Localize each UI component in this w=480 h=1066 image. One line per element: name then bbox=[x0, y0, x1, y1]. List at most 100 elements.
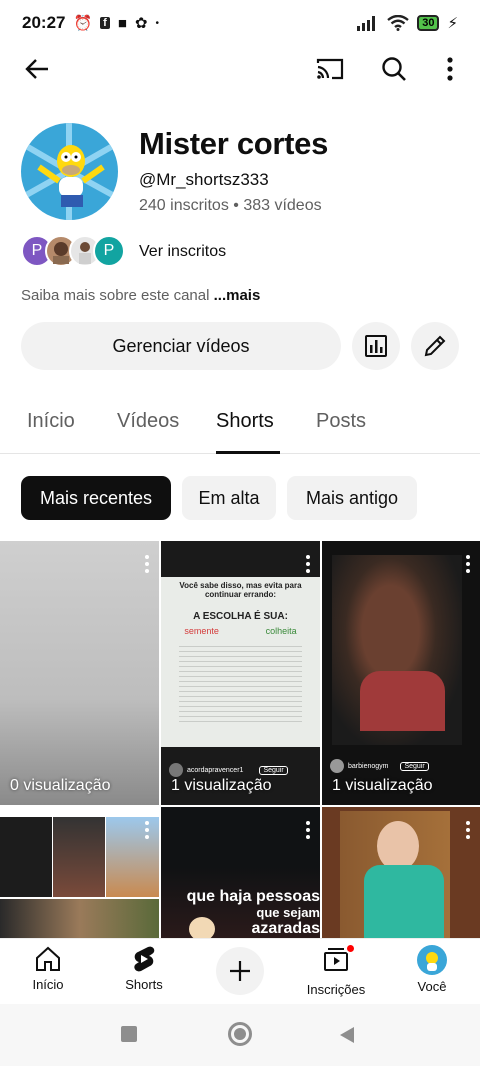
short-menu-icon[interactable] bbox=[306, 555, 310, 576]
creator-avatar bbox=[330, 759, 344, 773]
tab-inicio[interactable]: Início bbox=[27, 410, 75, 433]
shorts-icon bbox=[134, 946, 155, 972]
short-thumbnail[interactable]: que haja pessoas que sejam azaradas bbox=[161, 807, 320, 938]
analytics-button[interactable] bbox=[352, 322, 400, 370]
home-icon bbox=[36, 946, 60, 971]
short-creator-row: acordapravencer1 Seguir bbox=[169, 763, 288, 777]
creator-avatar bbox=[169, 763, 183, 777]
more-vert-icon[interactable] bbox=[433, 52, 467, 86]
short-menu-icon[interactable] bbox=[145, 555, 149, 576]
short-collage-cell bbox=[53, 817, 105, 897]
nav-home[interactable]: Início bbox=[3, 945, 93, 992]
battery-icon: 30 bbox=[417, 15, 440, 31]
analytics-icon bbox=[365, 335, 387, 357]
follow-button: Seguir bbox=[259, 765, 288, 775]
alarm-icon: ⏰ bbox=[73, 15, 93, 32]
charging-icon: ⚡ bbox=[447, 15, 458, 32]
subscriber-initial: P bbox=[31, 242, 43, 259]
channel-tabs: Início Vídeos Shorts Posts bbox=[0, 396, 480, 454]
short-poster-left-header: semente bbox=[184, 626, 219, 636]
channel-avatar[interactable] bbox=[21, 123, 118, 220]
short-thumbnail[interactable] bbox=[322, 807, 480, 938]
view-subscribers-link[interactable]: Ver inscritos bbox=[139, 243, 226, 261]
chip-latest[interactable]: Mais recentes bbox=[21, 476, 171, 520]
short-person-face bbox=[377, 821, 419, 871]
plus-icon bbox=[230, 961, 250, 981]
tab-videos[interactable]: Vídeos bbox=[117, 410, 179, 433]
tab-shorts[interactable]: Shorts bbox=[216, 410, 274, 433]
nav-subscriptions[interactable]: Inscrições bbox=[291, 943, 381, 997]
bottom-navigation: Início Shorts Inscrições Você bbox=[0, 938, 480, 1004]
status-time: 20:27 bbox=[22, 13, 66, 32]
battery-level: 30 bbox=[422, 17, 435, 29]
edit-channel-button[interactable] bbox=[411, 322, 459, 370]
subscriber-avatar: P bbox=[93, 235, 125, 267]
short-collage-row bbox=[0, 899, 159, 938]
channel-handle: @Mr_shortsz333 bbox=[139, 170, 269, 189]
create-button[interactable] bbox=[216, 947, 264, 995]
short-overlay-line: que haja pessoas bbox=[186, 888, 320, 905]
recent-apps-icon[interactable] bbox=[121, 1026, 137, 1042]
top-app-bar bbox=[0, 46, 480, 92]
short-poster-list bbox=[179, 642, 302, 722]
nav-shorts-label: Shorts bbox=[125, 977, 163, 992]
short-views: 1 visualização bbox=[332, 777, 433, 794]
nav-subscriptions-label: Inscrições bbox=[306, 982, 366, 997]
short-collage-cell bbox=[0, 817, 52, 897]
nav-you-label: Você bbox=[417, 979, 447, 994]
video-camera-icon: ■ bbox=[117, 14, 127, 32]
short-menu-icon[interactable] bbox=[466, 821, 470, 842]
channel-about[interactable]: Saiba mais sobre este canal ...mais bbox=[21, 287, 260, 304]
subscriber-avatars[interactable]: P P bbox=[21, 234, 125, 268]
short-cartoon-face bbox=[189, 917, 215, 938]
creator-name: acordapravencer1 bbox=[187, 766, 244, 774]
search-icon[interactable] bbox=[377, 52, 411, 86]
short-menu-icon[interactable] bbox=[466, 555, 470, 576]
nav-shorts[interactable]: Shorts bbox=[99, 945, 189, 992]
follow-button: Seguir bbox=[400, 761, 429, 771]
short-poster-title: A ESCOLHA É SUA: bbox=[193, 611, 288, 622]
nav-home-label: Início bbox=[32, 977, 64, 992]
short-poster: Você sabe disso, mas evita para continua… bbox=[161, 577, 320, 747]
about-more-link[interactable]: ...mais bbox=[214, 287, 261, 304]
short-thumbnail[interactable] bbox=[0, 807, 159, 938]
short-menu-icon[interactable] bbox=[306, 821, 310, 842]
short-collage-cell bbox=[106, 817, 159, 897]
chip-oldest[interactable]: Mais antigo bbox=[287, 476, 417, 520]
system-navigation-bar bbox=[0, 1004, 480, 1066]
short-thumbnail[interactable]: barbienogym Seguir 1 visualização bbox=[322, 541, 480, 805]
nav-you[interactable]: Você bbox=[387, 945, 477, 994]
dot-icon: • bbox=[155, 17, 159, 29]
tab-posts[interactable]: Posts bbox=[316, 410, 366, 433]
signal-icon bbox=[357, 16, 376, 31]
short-thumbnail[interactable]: 0 visualização bbox=[0, 541, 159, 805]
cast-icon[interactable] bbox=[313, 52, 347, 86]
active-tab-indicator bbox=[216, 451, 280, 454]
subscriber-initial: P bbox=[103, 242, 115, 259]
short-views: 0 visualização bbox=[10, 777, 111, 794]
about-text: Saiba mais sobre este canal bbox=[21, 287, 210, 304]
short-creator-row: barbienogym Seguir bbox=[330, 759, 429, 773]
pencil-icon bbox=[424, 335, 446, 357]
wifi-icon bbox=[387, 15, 409, 31]
you-avatar-icon bbox=[417, 945, 447, 975]
short-person-shirt bbox=[364, 865, 444, 938]
system-back-icon[interactable] bbox=[338, 1026, 356, 1044]
app-notification-icon: ✿ bbox=[134, 15, 148, 32]
channel-name: Mister cortes bbox=[139, 126, 329, 161]
short-menu-icon[interactable] bbox=[145, 821, 149, 842]
short-thumbnail[interactable]: Você sabe disso, mas evita para continua… bbox=[161, 541, 320, 805]
subscriptions-icon-wrap bbox=[322, 943, 356, 978]
notification-dot bbox=[345, 943, 356, 954]
channel-stats: 240 inscritos • 383 vídeos bbox=[139, 197, 322, 214]
system-home-icon[interactable] bbox=[228, 1022, 252, 1046]
status-bar: 20:27 ⏰ f ■ ✿ • 30 ⚡ bbox=[0, 0, 480, 46]
creator-name: barbienogym bbox=[348, 762, 389, 770]
short-views: 1 visualização bbox=[171, 777, 272, 794]
back-arrow-icon[interactable] bbox=[20, 52, 54, 86]
short-poster-right-header: colheita bbox=[265, 626, 297, 636]
short-video-shirt bbox=[360, 671, 445, 731]
manage-videos-button[interactable]: Gerenciar vídeos bbox=[21, 322, 341, 370]
chip-popular[interactable]: Em alta bbox=[182, 476, 276, 520]
facebook-icon: f bbox=[100, 17, 110, 29]
